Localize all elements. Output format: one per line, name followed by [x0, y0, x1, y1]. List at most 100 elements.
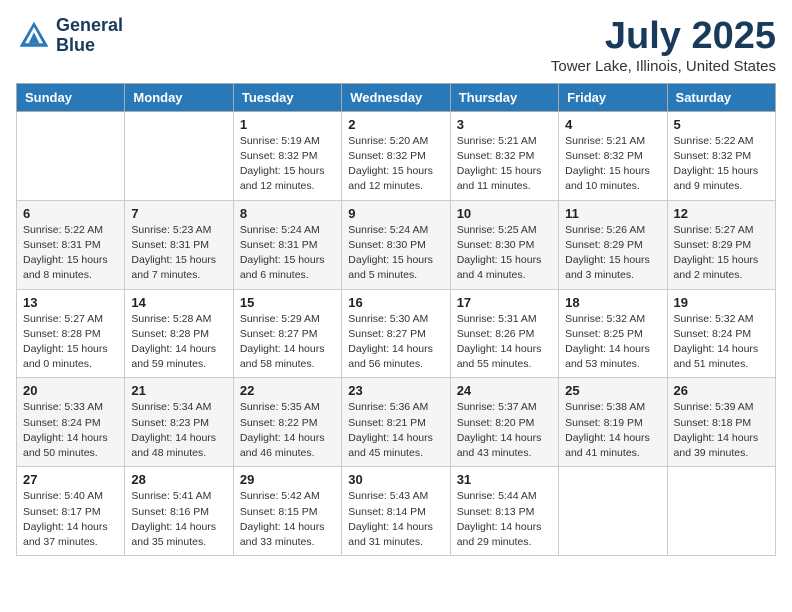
- weekday-header-monday: Monday: [125, 83, 233, 111]
- logo: General Blue: [16, 16, 123, 56]
- calendar-cell: 11 Sunrise: 5:26 AMSunset: 8:29 PMDayligh…: [559, 200, 667, 289]
- day-number: 29: [240, 472, 335, 487]
- day-number: 13: [23, 295, 118, 310]
- day-info: Sunrise: 5:21 AMSunset: 8:32 PMDaylight:…: [457, 134, 552, 195]
- day-number: 22: [240, 383, 335, 398]
- calendar-cell: 1 Sunrise: 5:19 AMSunset: 8:32 PMDaylight…: [233, 111, 341, 200]
- weekday-header-tuesday: Tuesday: [233, 83, 341, 111]
- day-number: 2: [348, 117, 443, 132]
- calendar-cell: 16 Sunrise: 5:30 AMSunset: 8:27 PMDayligh…: [342, 289, 450, 378]
- calendar-cell: 24 Sunrise: 5:37 AMSunset: 8:20 PMDayligh…: [450, 378, 558, 467]
- calendar-cell: 28 Sunrise: 5:41 AMSunset: 8:16 PMDayligh…: [125, 467, 233, 556]
- day-info: Sunrise: 5:38 AMSunset: 8:19 PMDaylight:…: [565, 400, 660, 461]
- day-info: Sunrise: 5:22 AMSunset: 8:31 PMDaylight:…: [23, 223, 118, 284]
- day-info: Sunrise: 5:32 AMSunset: 8:24 PMDaylight:…: [674, 312, 769, 373]
- day-number: 4: [565, 117, 660, 132]
- calendar-cell: [559, 467, 667, 556]
- calendar-cell: 18Sunrise: 5:32 AMSunset: 8:25 PMDayligh…: [559, 289, 667, 378]
- day-info: Sunrise: 5:23 AMSunset: 8:31 PMDaylight:…: [131, 223, 226, 284]
- day-number: 12: [674, 206, 769, 221]
- day-info: Sunrise: 5:44 AMSunset: 8:13 PMDaylight:…: [457, 489, 552, 550]
- day-number: 18: [565, 295, 660, 310]
- day-number: 6: [23, 206, 118, 221]
- day-number: 1: [240, 117, 335, 132]
- day-info: Sunrise: 5:24 AMSunset: 8:30 PMDaylight:…: [348, 223, 443, 284]
- calendar-cell: 30 Sunrise: 5:43 AMSunset: 8:14 PMDayligh…: [342, 467, 450, 556]
- calendar-cell: 3 Sunrise: 5:21 AMSunset: 8:32 PMDaylight…: [450, 111, 558, 200]
- page-header: General Blue July 2025 Tower Lake, Illin…: [16, 16, 776, 75]
- day-info: Sunrise: 5:29 AMSunset: 8:27 PMDaylight:…: [240, 312, 335, 373]
- day-number: 30: [348, 472, 443, 487]
- calendar-cell: 4 Sunrise: 5:21 AMSunset: 8:32 PMDaylight…: [559, 111, 667, 200]
- day-info: Sunrise: 5:21 AMSunset: 8:32 PMDaylight:…: [565, 134, 660, 195]
- day-info: Sunrise: 5:41 AMSunset: 8:16 PMDaylight:…: [131, 489, 226, 550]
- day-info: Sunrise: 5:22 AMSunset: 8:32 PMDaylight:…: [674, 134, 769, 195]
- day-info: Sunrise: 5:37 AMSunset: 8:20 PMDaylight:…: [457, 400, 552, 461]
- logo-text: General Blue: [56, 16, 123, 56]
- day-number: 23: [348, 383, 443, 398]
- calendar-cell: 12Sunrise: 5:27 AMSunset: 8:29 PMDayligh…: [667, 200, 775, 289]
- day-number: 7: [131, 206, 226, 221]
- calendar-cell: 20Sunrise: 5:33 AMSunset: 8:24 PMDayligh…: [17, 378, 125, 467]
- calendar-cell: 27 Sunrise: 5:40 AMSunset: 8:17 PMDayligh…: [17, 467, 125, 556]
- day-info: Sunrise: 5:40 AMSunset: 8:17 PMDaylight:…: [23, 489, 118, 550]
- day-number: 8: [240, 206, 335, 221]
- day-number: 25: [565, 383, 660, 398]
- calendar-cell: 13 Sunrise: 5:27 AMSunset: 8:28 PMDayligh…: [17, 289, 125, 378]
- day-number: 3: [457, 117, 552, 132]
- weekday-header-row: SundayMondayTuesdayWednesdayThursdayFrid…: [17, 83, 776, 111]
- day-info: Sunrise: 5:28 AMSunset: 8:28 PMDaylight:…: [131, 312, 226, 373]
- day-number: 24: [457, 383, 552, 398]
- calendar-body: 1 Sunrise: 5:19 AMSunset: 8:32 PMDaylight…: [17, 111, 776, 555]
- day-number: 16: [348, 295, 443, 310]
- day-info: Sunrise: 5:25 AMSunset: 8:30 PMDaylight:…: [457, 223, 552, 284]
- day-number: 20: [23, 383, 118, 398]
- calendar-week-1: 1 Sunrise: 5:19 AMSunset: 8:32 PMDaylight…: [17, 111, 776, 200]
- day-number: 31: [457, 472, 552, 487]
- calendar-cell: 26 Sunrise: 5:39 AMSunset: 8:18 PMDayligh…: [667, 378, 775, 467]
- calendar-cell: [667, 467, 775, 556]
- calendar-cell: 5Sunrise: 5:22 AMSunset: 8:32 PMDaylight…: [667, 111, 775, 200]
- day-info: Sunrise: 5:26 AMSunset: 8:29 PMDaylight:…: [565, 223, 660, 284]
- day-info: Sunrise: 5:39 AMSunset: 8:18 PMDaylight:…: [674, 400, 769, 461]
- calendar-cell: 8 Sunrise: 5:24 AMSunset: 8:31 PMDaylight…: [233, 200, 341, 289]
- calendar-cell: 2 Sunrise: 5:20 AMSunset: 8:32 PMDaylight…: [342, 111, 450, 200]
- day-number: 14: [131, 295, 226, 310]
- day-info: Sunrise: 5:27 AMSunset: 8:28 PMDaylight:…: [23, 312, 118, 373]
- logo-icon: [16, 18, 52, 54]
- day-number: 26: [674, 383, 769, 398]
- calendar-cell: [125, 111, 233, 200]
- day-number: 11: [565, 206, 660, 221]
- day-number: 27: [23, 472, 118, 487]
- day-number: 28: [131, 472, 226, 487]
- calendar-cell: 10 Sunrise: 5:25 AMSunset: 8:30 PMDayligh…: [450, 200, 558, 289]
- calendar-week-2: 6 Sunrise: 5:22 AMSunset: 8:31 PMDaylight…: [17, 200, 776, 289]
- calendar-cell: 21Sunrise: 5:34 AMSunset: 8:23 PMDayligh…: [125, 378, 233, 467]
- calendar-cell: 9Sunrise: 5:24 AMSunset: 8:30 PMDaylight…: [342, 200, 450, 289]
- calendar-cell: 19Sunrise: 5:32 AMSunset: 8:24 PMDayligh…: [667, 289, 775, 378]
- day-number: 21: [131, 383, 226, 398]
- day-number: 10: [457, 206, 552, 221]
- calendar-cell: 14 Sunrise: 5:28 AMSunset: 8:28 PMDayligh…: [125, 289, 233, 378]
- weekday-header-sunday: Sunday: [17, 83, 125, 111]
- weekday-header-wednesday: Wednesday: [342, 83, 450, 111]
- weekday-header-thursday: Thursday: [450, 83, 558, 111]
- calendar-cell: 25 Sunrise: 5:38 AMSunset: 8:19 PMDayligh…: [559, 378, 667, 467]
- calendar-table: SundayMondayTuesdayWednesdayThursdayFrid…: [16, 83, 776, 556]
- month-title: July 2025: [551, 16, 776, 58]
- location-title: Tower Lake, Illinois, United States: [551, 58, 776, 75]
- day-info: Sunrise: 5:43 AMSunset: 8:14 PMDaylight:…: [348, 489, 443, 550]
- day-info: Sunrise: 5:24 AMSunset: 8:31 PMDaylight:…: [240, 223, 335, 284]
- day-info: Sunrise: 5:30 AMSunset: 8:27 PMDaylight:…: [348, 312, 443, 373]
- day-info: Sunrise: 5:42 AMSunset: 8:15 PMDaylight:…: [240, 489, 335, 550]
- calendar-cell: 6 Sunrise: 5:22 AMSunset: 8:31 PMDaylight…: [17, 200, 125, 289]
- calendar-week-3: 13 Sunrise: 5:27 AMSunset: 8:28 PMDayligh…: [17, 289, 776, 378]
- day-number: 15: [240, 295, 335, 310]
- calendar-week-4: 20Sunrise: 5:33 AMSunset: 8:24 PMDayligh…: [17, 378, 776, 467]
- day-info: Sunrise: 5:20 AMSunset: 8:32 PMDaylight:…: [348, 134, 443, 195]
- day-info: Sunrise: 5:31 AMSunset: 8:26 PMDaylight:…: [457, 312, 552, 373]
- weekday-header-saturday: Saturday: [667, 83, 775, 111]
- weekday-header-friday: Friday: [559, 83, 667, 111]
- calendar-cell: [17, 111, 125, 200]
- day-info: Sunrise: 5:19 AMSunset: 8:32 PMDaylight:…: [240, 134, 335, 195]
